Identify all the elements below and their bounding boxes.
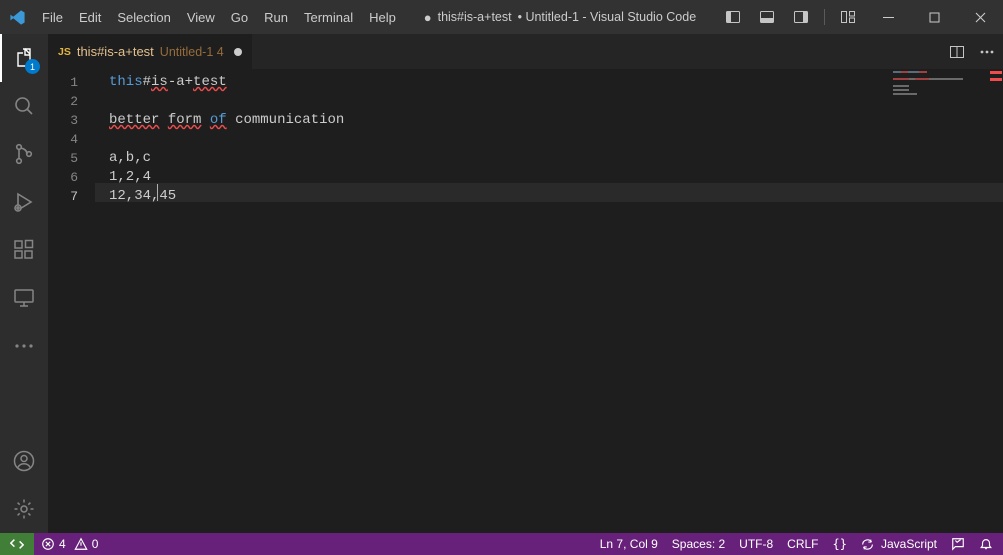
editor-tab-strip: JS this#is-a+test Untitled-1 4: [48, 34, 1003, 69]
menu-run[interactable]: Run: [256, 0, 296, 34]
toggle-panel-icon[interactable]: [750, 0, 784, 34]
activity-explorer[interactable]: 1: [0, 34, 48, 82]
status-bar: 4 0 Ln 7, Col 9 Spaces: 2 UTF-8 CRLF {} …: [0, 533, 1003, 555]
window-maximize-button[interactable]: [911, 0, 957, 34]
status-eol[interactable]: CRLF: [780, 533, 825, 555]
status-left: 4 0: [0, 533, 105, 555]
error-marker-icon: [990, 78, 1002, 81]
sync-icon: [861, 538, 874, 551]
activity-account[interactable]: [0, 437, 48, 485]
status-notifications-icon[interactable]: [972, 533, 995, 555]
activity-run-debug[interactable]: [0, 178, 48, 226]
tab-description: Untitled-1 4: [160, 45, 224, 59]
activity-settings[interactable]: [0, 485, 48, 533]
remote-indicator[interactable]: [0, 533, 34, 555]
line-number: 5: [48, 149, 95, 168]
warning-count: 0: [92, 537, 99, 551]
window-minimize-button[interactable]: [865, 0, 911, 34]
error-marker-icon: [990, 71, 1002, 74]
activity-search[interactable]: [0, 82, 48, 130]
code-line[interactable]: this#is-a+test: [109, 73, 1003, 92]
current-line-highlight: [95, 183, 1003, 202]
status-right: Ln 7, Col 9 Spaces: 2 UTF-8 CRLF {} Java…: [593, 533, 995, 555]
line-number: 3: [48, 111, 95, 130]
toggle-primary-sidebar-icon[interactable]: [716, 0, 750, 34]
code-line[interactable]: a,b,c: [109, 149, 1003, 168]
split-editor-icon[interactable]: [949, 44, 965, 60]
error-count: 4: [59, 537, 66, 551]
editor-tab[interactable]: JS this#is-a+test Untitled-1 4: [48, 34, 253, 69]
activity-more[interactable]: [0, 322, 48, 370]
activity-source-control[interactable]: [0, 130, 48, 178]
activity-remote-explorer[interactable]: [0, 274, 48, 322]
line-number-gutter: 1234567: [48, 69, 95, 533]
tab-filename: this#is-a+test: [77, 44, 154, 59]
main-area: 1: [0, 34, 1003, 533]
activity-extensions[interactable]: [0, 226, 48, 274]
status-cursor-position[interactable]: Ln 7, Col 9: [593, 533, 665, 555]
customize-layout-icon[interactable]: [831, 9, 865, 25]
vertical-scrollbar[interactable]: [989, 69, 1003, 533]
status-feedback-icon[interactable]: [944, 533, 972, 555]
code-area[interactable]: this#is-a+test better form of communicat…: [95, 69, 1003, 533]
minimap[interactable]: [889, 69, 989, 119]
explorer-badge: 1: [25, 59, 40, 74]
text-cursor: [157, 184, 158, 201]
status-problems[interactable]: 4 0: [34, 533, 105, 555]
menu-edit[interactable]: Edit: [71, 0, 109, 34]
title-bar-right: [716, 0, 1003, 34]
activity-bar: 1: [0, 34, 48, 533]
menu-help[interactable]: Help: [361, 0, 404, 34]
status-braces-icon[interactable]: {}: [826, 533, 854, 555]
status-language-mode[interactable]: JavaScript: [854, 533, 944, 555]
menu-bar: File Edit Selection View Go Run Terminal…: [34, 0, 404, 34]
menu-view[interactable]: View: [179, 0, 223, 34]
code-line[interactable]: [109, 130, 1003, 149]
tab-dirty-indicator-icon: [234, 48, 242, 56]
menu-file[interactable]: File: [34, 0, 71, 34]
line-number: 4: [48, 130, 95, 149]
code-line[interactable]: [109, 92, 1003, 111]
editor-actions: [941, 34, 1003, 69]
layout-separator: [824, 9, 825, 25]
line-number: 7: [48, 187, 95, 206]
editor-body[interactable]: 1234567 this#is-a+test better form of co…: [48, 69, 1003, 533]
line-number: 1: [48, 73, 95, 92]
status-encoding[interactable]: UTF-8: [732, 533, 780, 555]
menu-go[interactable]: Go: [223, 0, 256, 34]
toggle-secondary-sidebar-icon[interactable]: [784, 0, 818, 34]
menu-terminal[interactable]: Terminal: [296, 0, 361, 34]
js-file-icon: JS: [58, 46, 71, 58]
line-number: 2: [48, 92, 95, 111]
vscode-logo-icon: [0, 9, 34, 26]
title-bar: File Edit Selection View Go Run Terminal…: [0, 0, 1003, 34]
editor-more-actions-icon[interactable]: [979, 44, 995, 60]
status-indentation[interactable]: Spaces: 2: [665, 533, 732, 555]
warning-count-icon: [74, 537, 88, 551]
code-line[interactable]: better form of communication: [109, 111, 1003, 130]
line-number: 6: [48, 168, 95, 187]
menu-selection[interactable]: Selection: [109, 0, 178, 34]
editor-group: JS this#is-a+test Untitled-1 4 1234567 t…: [48, 34, 1003, 533]
error-count-icon: [41, 537, 55, 551]
dirty-indicator-icon: ●: [424, 10, 432, 25]
window-title: ● this#is-a+test • Untitled-1 - Visual S…: [404, 10, 716, 25]
window-close-button[interactable]: [957, 0, 1003, 34]
